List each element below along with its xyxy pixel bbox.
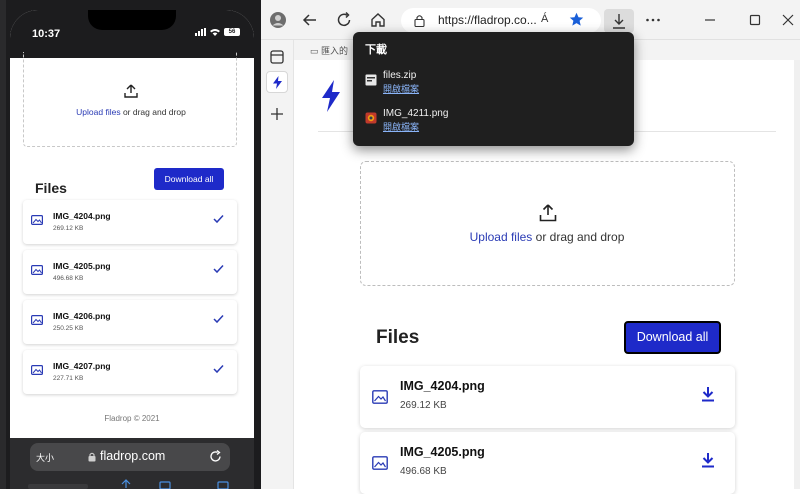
image-file-icon	[31, 365, 43, 375]
notch	[88, 10, 176, 30]
status-bar: 10:37 56	[10, 10, 254, 58]
download-icon	[613, 14, 625, 29]
footer-text: Fladrop © 2021	[104, 414, 160, 423]
zip-file-icon	[365, 74, 377, 86]
back-icon[interactable]	[301, 11, 319, 29]
upload-hint: or drag and drop	[532, 230, 625, 244]
page-scrollbar[interactable]	[794, 60, 800, 489]
file-size: 269.12 KB	[53, 225, 84, 232]
file-card[interactable]: IMG_4205.png 496.68 KB	[23, 250, 237, 294]
check-icon	[213, 314, 224, 324]
download-item[interactable]: files.zip 開啟檔案	[365, 70, 625, 102]
more-options-icon[interactable]	[644, 11, 662, 29]
status-time: 10:37	[32, 28, 61, 40]
file-name: IMG_4204.png	[53, 211, 111, 221]
read-aloud-icon[interactable]: Á	[541, 13, 548, 25]
image-file-icon	[31, 265, 43, 275]
refresh-icon[interactable]	[335, 11, 353, 29]
favorite-star-icon[interactable]	[569, 12, 584, 27]
wifi-icon	[210, 29, 220, 36]
download-name: IMG_4211.png	[383, 108, 449, 119]
upload-icon	[124, 84, 138, 98]
home-icon[interactable]	[369, 11, 387, 29]
vertical-tabs-sidebar	[261, 40, 294, 489]
favorites-folder-label: 匯入的	[321, 46, 349, 56]
file-name: IMG_4207.png	[53, 361, 111, 371]
address-bar[interactable]: https://fladrop.co... Á	[401, 8, 601, 33]
open-file-link[interactable]: 開啟檔案	[383, 82, 419, 95]
download-name: files.zip	[383, 70, 417, 81]
profile-icon[interactable]	[269, 11, 287, 29]
upload-dropzone[interactable]: Upload files or drag and drop	[360, 161, 735, 286]
upload-text: Upload files or drag and drop	[361, 230, 733, 244]
files-heading: Files	[35, 180, 67, 196]
file-card[interactable]: IMG_4204.png 269.12 KB	[360, 366, 735, 428]
reload-icon[interactable]	[209, 450, 222, 463]
file-size: 250.25 KB	[53, 325, 84, 332]
file-size: 496.68 KB	[53, 275, 84, 282]
image-file-icon	[31, 215, 43, 225]
downloads-button[interactable]	[604, 9, 634, 33]
lock-icon	[88, 452, 96, 462]
file-card[interactable]: IMG_4206.png 250.25 KB	[23, 300, 237, 344]
file-name: IMG_4205.png	[400, 445, 485, 459]
file-card[interactable]: IMG_4207.png 227.71 KB	[23, 350, 237, 394]
close-icon[interactable]	[779, 11, 797, 29]
check-icon	[213, 214, 224, 224]
phone-frame: 10:37 56 Upload files or drag and drop F…	[0, 0, 261, 489]
png-file-icon	[365, 112, 377, 124]
upload-files-link[interactable]: Upload files	[76, 107, 120, 117]
upload-hint: or drag and drop	[120, 107, 186, 117]
file-name: IMG_4205.png	[53, 261, 111, 271]
text-size-button[interactable]: 大小	[36, 451, 54, 464]
fladrop-logo-icon[interactable]	[320, 80, 342, 112]
image-file-icon	[31, 315, 43, 325]
download-file-icon[interactable]	[701, 386, 715, 402]
status-icons: 56	[195, 28, 240, 36]
phone-screen: 10:37 56 Upload files or drag and drop F…	[10, 10, 254, 489]
check-icon	[213, 364, 224, 374]
file-card[interactable]: IMG_4205.png 496.68 KB	[360, 432, 735, 494]
file-name: IMG_4204.png	[400, 379, 485, 393]
file-size: 496.68 KB	[400, 466, 447, 477]
upload-icon	[539, 204, 557, 222]
file-card[interactable]: IMG_4204.png 269.12 KB	[23, 200, 237, 244]
maximize-icon[interactable]	[746, 11, 764, 29]
download-all-button[interactable]: Download all	[154, 168, 224, 190]
safari-address-bar[interactable]: 大小 fladrop.com	[30, 443, 230, 471]
safari-toolbar: 大小 fladrop.com	[10, 438, 254, 489]
upload-text: Upload files or drag and drop	[24, 107, 238, 117]
fladrop-bolt-icon	[273, 76, 282, 89]
download-file-icon[interactable]	[701, 452, 715, 468]
favorites-folder[interactable]: ▭ 匯入的	[310, 44, 348, 57]
new-tab-icon[interactable]	[266, 103, 288, 125]
download-all-button[interactable]: Download all	[624, 321, 721, 354]
image-file-icon	[372, 390, 388, 404]
signal-icon	[195, 28, 206, 36]
lock-icon[interactable]	[414, 14, 425, 27]
downloads-panel: 下載 files.zip 開啟檔案 IMG_4211.png 開啟檔案	[353, 32, 634, 146]
phone-edge	[0, 0, 6, 489]
files-heading: Files	[376, 327, 420, 348]
open-file-link[interactable]: 開啟檔案	[383, 120, 419, 133]
file-size: 269.12 KB	[400, 400, 447, 411]
url-text: https://fladrop.co...	[438, 13, 537, 27]
image-file-icon	[372, 456, 388, 470]
battery-icon: 56	[224, 28, 240, 36]
tab-fladrop[interactable]	[266, 71, 288, 93]
file-size: 227.71 KB	[53, 375, 84, 382]
tab-actions-icon[interactable]	[266, 46, 288, 68]
file-name: IMG_4206.png	[53, 311, 111, 321]
check-icon	[213, 264, 224, 274]
downloads-title: 下載	[365, 44, 387, 56]
upload-dropzone[interactable]: Upload files or drag and drop	[23, 52, 237, 147]
safari-bottom-icons	[28, 479, 229, 489]
download-item[interactable]: IMG_4211.png 開啟檔案	[365, 108, 625, 140]
minimize-icon[interactable]	[701, 11, 719, 29]
safari-domain: fladrop.com	[100, 449, 166, 463]
upload-files-link[interactable]: Upload files	[470, 230, 533, 244]
